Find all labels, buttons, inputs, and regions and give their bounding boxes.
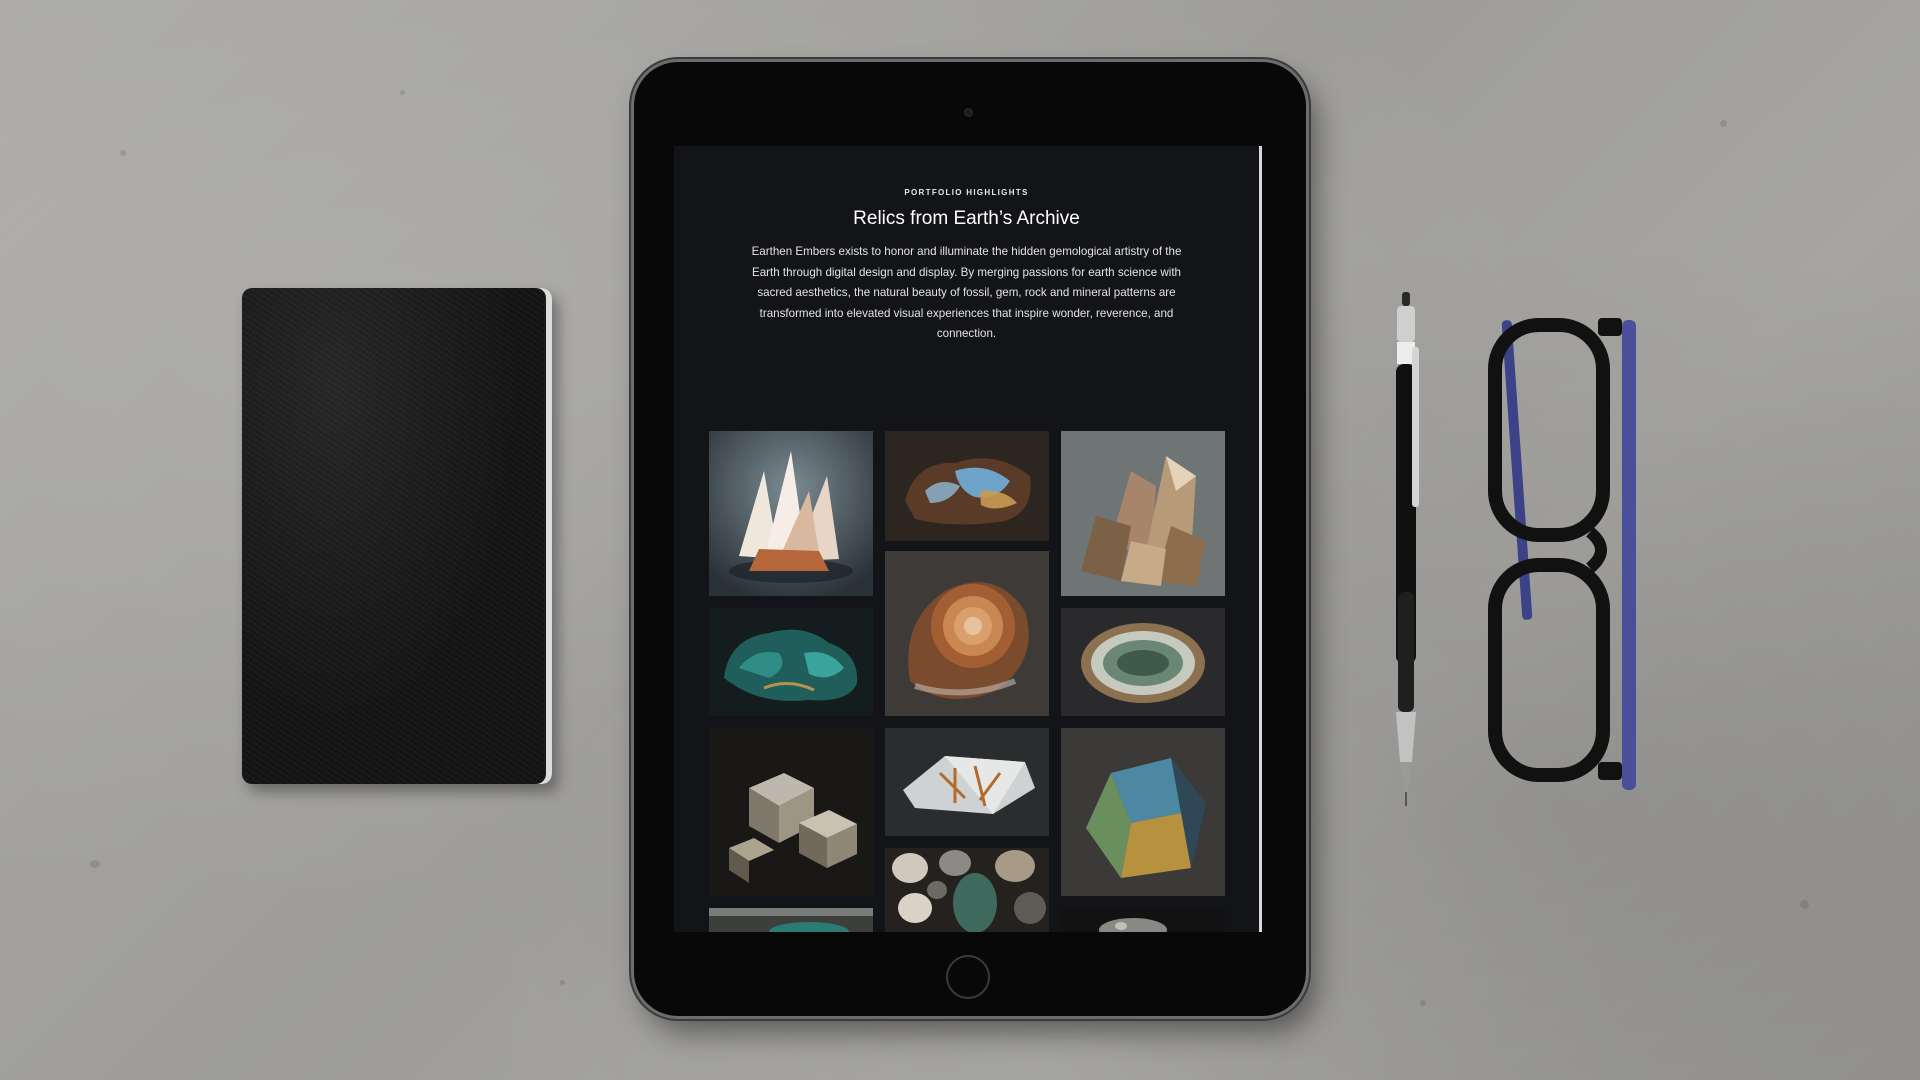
selenite-cluster-photo[interactable] — [709, 431, 873, 596]
tablet-device: PORTFOLIO HIGHLIGHTS Relics from Earth’s… — [634, 62, 1306, 1016]
section-eyebrow: PORTFOLIO HIGHLIGHTS — [904, 188, 1029, 197]
turquoise-stone-photo[interactable] — [709, 908, 873, 932]
rutilated-quartz-photo[interactable] — [885, 728, 1049, 836]
eyeglasses — [1480, 300, 1650, 800]
agate-geode-photo[interactable] — [1061, 608, 1225, 716]
home-button[interactable] — [946, 955, 990, 999]
pyrite-cubes-photo[interactable] — [709, 728, 873, 896]
page-title: Relics from Earth’s Archive — [853, 208, 1080, 229]
smoky-quartz-cluster-photo[interactable] — [1061, 431, 1225, 596]
tablet-screen: PORTFOLIO HIGHLIGHTS Relics from Earth’s… — [674, 146, 1262, 932]
intro-paragraph: Earthen Embers exists to honor and illum… — [751, 245, 1182, 341]
opal-stone-photo[interactable] — [885, 431, 1049, 541]
chrysocolla-stone-photo[interactable] — [709, 608, 873, 716]
leather-notebook — [242, 288, 552, 784]
ammonite-fossil-photo[interactable] — [885, 551, 1049, 716]
labradorite-stone-photo[interactable] — [1061, 728, 1225, 896]
mechanical-pen — [1385, 292, 1425, 812]
mineral-cluster-photo[interactable] — [1061, 908, 1225, 932]
camera-icon — [964, 108, 973, 117]
polished-stones-photo[interactable] — [885, 848, 1049, 932]
